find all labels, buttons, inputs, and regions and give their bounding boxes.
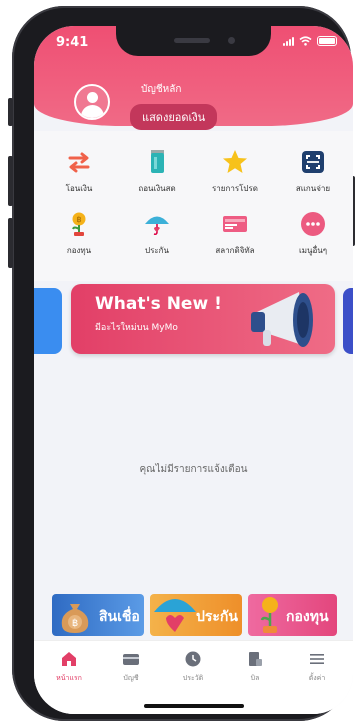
promo-card-next[interactable] bbox=[343, 288, 353, 354]
battery-icon bbox=[317, 36, 337, 46]
umbrella-icon bbox=[144, 211, 170, 237]
menu-item-insurance[interactable]: ประกัน bbox=[122, 211, 192, 257]
menu-label: สลากดิจิทัล bbox=[215, 246, 255, 255]
tab-history[interactable]: ประวัติ bbox=[168, 651, 218, 684]
banner-insurance[interactable]: ประกัน bbox=[150, 594, 242, 636]
phone-frame: 9:41 บัญชีหลัก แสดงยอดเงิน โอนเงิน ถอนเง… bbox=[8, 6, 355, 721]
status-icons bbox=[283, 36, 337, 46]
svg-text:฿: ฿ bbox=[72, 618, 78, 629]
menu-label: เมนูอื่นๆ bbox=[298, 246, 328, 255]
volume-down-button bbox=[8, 218, 13, 268]
svg-text:฿: ฿ bbox=[76, 215, 81, 224]
menu-label: ประกัน bbox=[145, 246, 169, 255]
menu-item-scan-pay[interactable]: สแกนจ่าย bbox=[278, 149, 348, 195]
avatar[interactable] bbox=[74, 84, 110, 120]
product-banners: ฿ สินเชื่อ ประกัน กองทุน bbox=[52, 594, 337, 636]
promo-title: What's New ! bbox=[95, 294, 222, 314]
mute-switch bbox=[8, 98, 13, 126]
money-bag-icon: ฿ bbox=[58, 598, 92, 634]
volume-up-button bbox=[8, 156, 13, 206]
signal-icon bbox=[283, 36, 294, 46]
scan-icon bbox=[300, 149, 326, 175]
menu-label: ถอนเงินสด bbox=[138, 184, 176, 193]
home-icon bbox=[61, 651, 77, 667]
transfer-icon bbox=[66, 149, 92, 175]
promo-carousel[interactable]: What's New ! มีอะไรใหม่บน MyMo bbox=[34, 284, 353, 358]
card-icon bbox=[123, 651, 139, 667]
menu-label: โอนเงิน bbox=[65, 184, 93, 193]
banner-loan[interactable]: ฿ สินเชื่อ bbox=[52, 594, 144, 636]
fund-icon bbox=[254, 596, 286, 634]
clock-icon bbox=[185, 651, 201, 667]
banner-label: ประกัน bbox=[196, 609, 238, 625]
menu-item-withdraw[interactable]: ถอนเงินสด bbox=[122, 149, 192, 195]
tab-settings[interactable]: ตั้งค่า bbox=[292, 651, 342, 684]
tab-home[interactable]: หน้าแรก bbox=[44, 651, 94, 684]
menu-item-lottery[interactable]: สลากดิจิทัล bbox=[200, 211, 270, 257]
tab-accounts[interactable]: บัญชี bbox=[106, 651, 156, 684]
menu-label: สแกนจ่าย bbox=[295, 184, 331, 193]
status-time: 9:41 bbox=[56, 35, 89, 50]
promo-subtitle: มีอะไรใหม่บน MyMo bbox=[95, 323, 178, 333]
account-name: บัญชีหลัก bbox=[141, 84, 182, 95]
home-indicator bbox=[144, 704, 244, 708]
show-balance-button[interactable]: แสดงยอดเงิน bbox=[130, 104, 218, 130]
megaphone-icon bbox=[247, 290, 327, 352]
star-icon bbox=[222, 149, 248, 175]
tab-label: บิล bbox=[250, 674, 260, 682]
menu-label: กองทุน bbox=[66, 246, 92, 255]
promo-card-previous[interactable] bbox=[34, 288, 62, 354]
menu-item-transfer[interactable]: โอนเงิน bbox=[44, 149, 114, 195]
menu-label: รายการโปรด bbox=[212, 184, 258, 193]
withdraw-icon bbox=[144, 149, 170, 175]
more-icon bbox=[300, 211, 326, 237]
notch bbox=[116, 26, 271, 56]
wifi-icon bbox=[299, 36, 312, 46]
app-screen: 9:41 บัญชีหลัก แสดงยอดเงิน โอนเงิน ถอนเง… bbox=[34, 26, 353, 714]
empty-notification-message: คุณไม่มีรายการแจ้งเตือน bbox=[139, 464, 248, 475]
tab-label: บัญชี bbox=[123, 674, 139, 682]
menu-item-more[interactable]: เมนูอื่นๆ bbox=[278, 211, 348, 257]
quick-menu: โอนเงิน ถอนเงินสด รายการโปรด สแกนจ่าย ฿ … bbox=[34, 131, 353, 281]
bill-icon bbox=[247, 651, 263, 667]
tab-bills[interactable]: บิล bbox=[230, 651, 280, 684]
tab-label: หน้าแรก bbox=[56, 674, 82, 682]
menu-icon bbox=[309, 651, 325, 667]
fund-icon: ฿ bbox=[66, 211, 92, 237]
banner-label: สินเชื่อ bbox=[99, 609, 140, 625]
banner-fund[interactable]: กองทุน bbox=[248, 594, 337, 636]
lottery-icon bbox=[222, 211, 248, 237]
umbrella-icon bbox=[152, 594, 198, 636]
banner-label: กองทุน bbox=[286, 609, 329, 625]
promo-card-whats-new[interactable]: What's New ! มีอะไรใหม่บน MyMo bbox=[71, 284, 335, 354]
tab-label: ตั้งค่า bbox=[308, 674, 326, 682]
tab-label: ประวัติ bbox=[182, 674, 204, 682]
bottom-tab-bar: หน้าแรก บัญชี ประวัติ บิล ตั้งค่า bbox=[34, 640, 353, 714]
menu-item-fund[interactable]: ฿ กองทุน bbox=[44, 211, 114, 257]
menu-item-favorites[interactable]: รายการโปรด bbox=[200, 149, 270, 195]
